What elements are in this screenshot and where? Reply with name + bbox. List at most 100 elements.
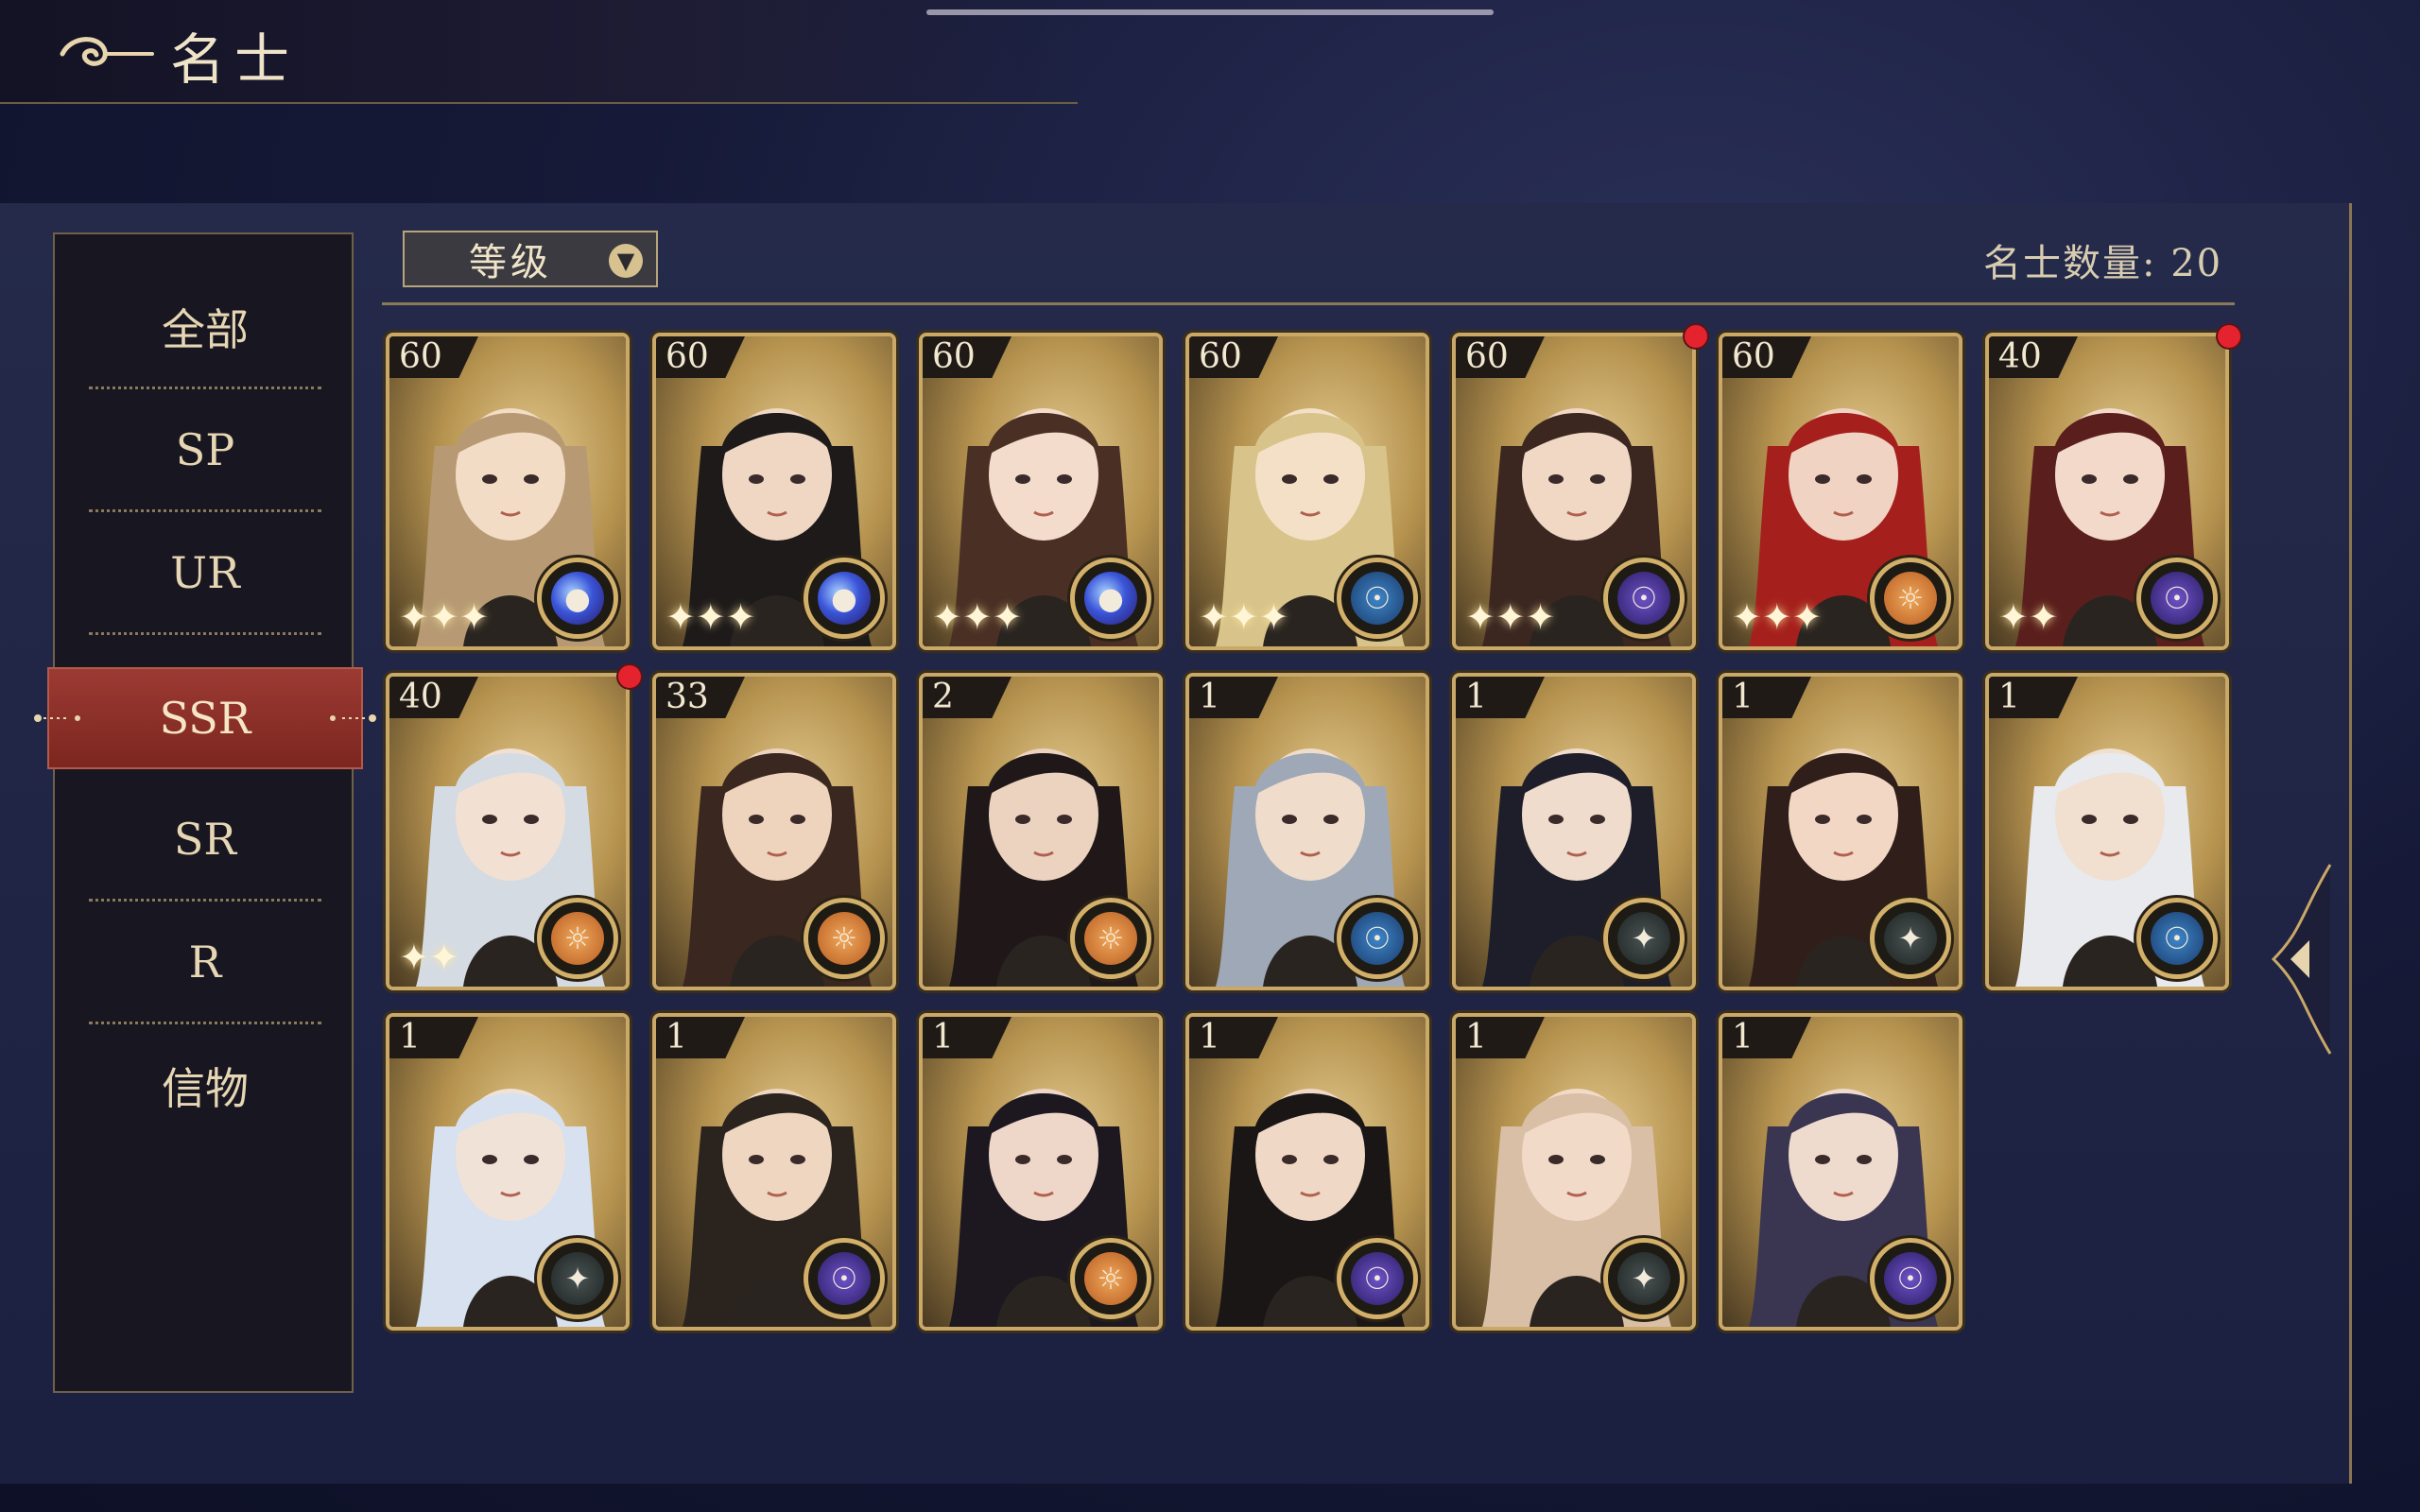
element-icon-inner: ● bbox=[818, 572, 871, 625]
cosmic-element-icon: ● bbox=[804, 558, 885, 639]
character-card[interactable]: 1 ☼ bbox=[919, 1013, 1163, 1331]
element-glyph: ☉ bbox=[1363, 1261, 1392, 1297]
character-card[interactable]: ✦✦✦ 60 ● bbox=[919, 333, 1163, 650]
character-count: 名士数量: 20 bbox=[1983, 242, 2223, 285]
element-glyph: ✦ bbox=[564, 1261, 591, 1297]
character-card[interactable]: 1 ✦ bbox=[386, 1013, 630, 1331]
notification-dot bbox=[1685, 325, 1707, 348]
sun-element-icon: ☼ bbox=[1070, 898, 1151, 979]
tab-sp[interactable]: SP bbox=[89, 389, 321, 512]
element-icon-inner: ☼ bbox=[1084, 912, 1137, 965]
star-rank-icon: ✦✦ bbox=[399, 936, 459, 978]
element-icon-inner: ☉ bbox=[2151, 572, 2204, 625]
element-glyph: ● bbox=[1098, 580, 1124, 616]
character-card[interactable]: 1 ✦ bbox=[1719, 673, 1962, 990]
element-icon-inner: ☼ bbox=[818, 912, 871, 965]
sun-element-icon: ☼ bbox=[537, 898, 618, 979]
page-title: 名士 bbox=[170, 27, 300, 92]
compass-element-icon: ✦ bbox=[1603, 1238, 1685, 1319]
sort-dropdown[interactable]: 等级 ▼ bbox=[403, 231, 658, 287]
element-glyph: ✦ bbox=[1897, 920, 1924, 956]
character-card[interactable]: 1 ☉ bbox=[652, 1013, 896, 1331]
collapse-arrow-icon[interactable] bbox=[2264, 855, 2340, 1063]
tab-ur-label: UR bbox=[170, 546, 240, 598]
compass-element-icon: ✦ bbox=[1870, 898, 1951, 979]
planet-purple-element-icon: ☉ bbox=[2136, 558, 2218, 639]
tab-sr-label: SR bbox=[173, 813, 237, 865]
character-grid: ✦✦✦ 60 ● ✦✦✦ 60 ● ✦✦✦ 60 ● ✦✦✦ 60 ☉ ✦✦✦ 60 ☉ ✦✦✦ 60 ☼ ✦✦ 40… bbox=[386, 325, 2240, 1331]
element-icon-inner: ☉ bbox=[2151, 912, 2204, 965]
tab-r[interactable]: R bbox=[89, 902, 321, 1024]
element-glyph: ☉ bbox=[1363, 920, 1392, 956]
character-card[interactable]: 1 ☉ bbox=[1985, 673, 2229, 990]
top-drag-handle[interactable] bbox=[926, 9, 1494, 15]
element-icon-inner: ✦ bbox=[1884, 912, 1937, 965]
star-rank-icon: ✦✦✦ bbox=[1732, 596, 1823, 638]
sun-element-icon: ☼ bbox=[804, 898, 885, 979]
star-rank-icon: ✦✦ bbox=[1998, 596, 2059, 638]
element-glyph: ● bbox=[831, 580, 857, 616]
element-glyph: ☼ bbox=[830, 920, 858, 956]
tab-token[interactable]: 信物 bbox=[89, 1024, 321, 1147]
back-icon[interactable] bbox=[53, 30, 157, 77]
sun-element-icon: ☼ bbox=[1870, 558, 1951, 639]
left-ornament-icon bbox=[34, 714, 80, 722]
chevron-down-icon: ▼ bbox=[609, 244, 643, 278]
planet-blue-element-icon: ☉ bbox=[1337, 898, 1418, 979]
planet-purple-element-icon: ☉ bbox=[1337, 1238, 1418, 1319]
notification-dot bbox=[618, 665, 641, 688]
cosmic-element-icon: ● bbox=[537, 558, 618, 639]
tab-ssr[interactable]: SSR bbox=[34, 669, 376, 767]
right-ornament-icon bbox=[330, 714, 376, 722]
element-glyph: ☉ bbox=[2163, 580, 2191, 616]
element-icon-inner: ☉ bbox=[1884, 1252, 1937, 1305]
rarity-sidebar: 全部 SP UR SSR SR R 信物 bbox=[34, 232, 376, 1393]
character-card[interactable]: 2 ☼ bbox=[919, 673, 1163, 990]
character-card[interactable]: ✦✦✦ 60 ☉ bbox=[1452, 333, 1696, 650]
character-card[interactable]: 1 ☉ bbox=[1185, 1013, 1429, 1331]
element-icon-inner: ☉ bbox=[1351, 572, 1404, 625]
element-icon-inner: ● bbox=[1084, 572, 1137, 625]
element-glyph: ☉ bbox=[1630, 580, 1658, 616]
star-rank-icon: ✦✦✦ bbox=[666, 596, 756, 638]
planet-blue-element-icon: ☉ bbox=[1337, 558, 1418, 639]
element-glyph: ● bbox=[564, 580, 591, 616]
character-card[interactable]: ✦✦✦ 60 ☼ bbox=[1719, 333, 1962, 650]
tab-all[interactable]: 全部 bbox=[89, 266, 321, 389]
planet-purple-element-icon: ☉ bbox=[1603, 558, 1685, 639]
tab-ssr-label: SSR bbox=[159, 693, 251, 744]
element-glyph: ☼ bbox=[1097, 1261, 1125, 1297]
star-rank-icon: ✦✦✦ bbox=[1465, 596, 1556, 638]
planet-blue-element-icon: ☉ bbox=[2136, 898, 2218, 979]
character-card[interactable]: ✦✦ 40 ☉ bbox=[1985, 333, 2229, 650]
character-card[interactable]: 33 ☼ bbox=[652, 673, 896, 990]
sun-element-icon: ☼ bbox=[1070, 1238, 1151, 1319]
tab-sp-label: SP bbox=[175, 423, 235, 475]
element-glyph: ☼ bbox=[1097, 920, 1125, 956]
element-glyph: ✦ bbox=[1631, 920, 1657, 956]
character-card[interactable]: ✦✦ 40 ☼ bbox=[386, 673, 630, 990]
character-card[interactable]: 1 ✦ bbox=[1452, 1013, 1696, 1331]
element-icon-inner: ✦ bbox=[1617, 1252, 1670, 1305]
tab-ur[interactable]: UR bbox=[89, 512, 321, 635]
element-icon-inner: ☉ bbox=[1351, 1252, 1404, 1305]
element-glyph: ☼ bbox=[563, 920, 592, 956]
tab-sr[interactable]: SR bbox=[89, 779, 321, 902]
star-rank-icon: ✦✦✦ bbox=[932, 596, 1023, 638]
element-glyph: ☉ bbox=[2163, 920, 2191, 956]
element-icon-inner: ☉ bbox=[1617, 572, 1670, 625]
character-card[interactable]: 1 ☉ bbox=[1719, 1013, 1962, 1331]
character-card[interactable]: ✦✦✦ 60 ● bbox=[386, 333, 630, 650]
character-card[interactable]: ✦✦✦ 60 ● bbox=[652, 333, 896, 650]
tab-token-label: 信物 bbox=[162, 1063, 249, 1114]
element-icon-inner: ☉ bbox=[1351, 912, 1404, 965]
character-card[interactable]: ✦✦✦ 60 ☉ bbox=[1185, 333, 1429, 650]
element-glyph: ✦ bbox=[1631, 1261, 1657, 1297]
character-card[interactable]: 1 ☉ bbox=[1185, 673, 1429, 990]
star-rank-icon: ✦✦✦ bbox=[1199, 596, 1289, 638]
element-icon-inner: ☼ bbox=[551, 912, 604, 965]
element-icon-inner: ☼ bbox=[1084, 1252, 1137, 1305]
tab-r-label: R bbox=[188, 936, 222, 988]
character-card[interactable]: 1 ✦ bbox=[1452, 673, 1696, 990]
planet-purple-element-icon: ☉ bbox=[1870, 1238, 1951, 1319]
